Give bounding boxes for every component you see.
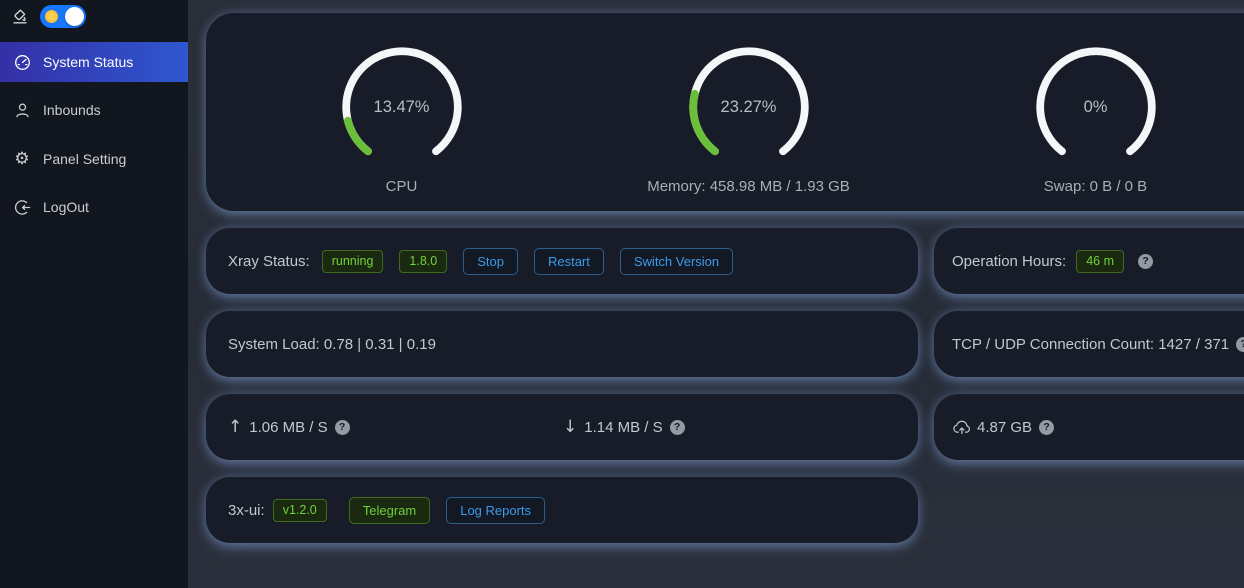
sun-icon [45, 10, 58, 23]
help-icon[interactable]: ? [335, 420, 350, 435]
sidebar-item-label: Inbounds [43, 102, 101, 118]
upload-speed-text: 1.06 MB / S [249, 419, 327, 436]
operation-hours-label: Operation Hours: [952, 253, 1066, 270]
bg-colors-icon [11, 8, 29, 26]
system-load-text: System Load: 0.78 | 0.31 | 0.19 [228, 336, 436, 353]
gauge-label: Swap: 0 B / 0 B [1044, 178, 1147, 195]
gauge-memory: 23.27% Memory: 458.98 MB / 1.93 GB [575, 13, 922, 211]
toggle-knob [65, 7, 84, 26]
gauge-value: 13.47% [340, 45, 464, 169]
stop-button[interactable]: Stop [463, 248, 518, 275]
sidebar-item-inbounds[interactable]: Inbounds [0, 90, 188, 130]
card-system-load: System Load: 0.78 | 0.31 | 0.19 [206, 311, 918, 377]
user-icon [13, 101, 31, 119]
app-version-tag: v1.2.0 [273, 499, 327, 522]
log-reports-button[interactable]: Log Reports [446, 497, 545, 524]
logout-icon [13, 198, 31, 216]
card-connection-count: TCP / UDP Connection Count: 1427 / 371 ? [934, 311, 1244, 377]
help-icon[interactable]: ? [1138, 254, 1153, 269]
operation-hours-tag: 46 m [1076, 250, 1124, 273]
restart-button[interactable]: Restart [534, 248, 604, 275]
gauge-cpu: 13.47% CPU [228, 13, 575, 211]
app-name-label: 3x-ui: [228, 502, 265, 519]
card-network-speed: ↑ 1.06 MB / S ? ↓ 1.14 MB / S ? [206, 394, 918, 460]
theme-toggle-switch[interactable] [40, 5, 86, 28]
upload-speed: ↑ 1.06 MB / S ? [228, 417, 350, 437]
xray-status-label: Xray Status: [228, 253, 310, 270]
gauge-value: 0% [1034, 45, 1158, 169]
theme-row [11, 5, 86, 28]
card-operation-hours: Operation Hours: 46 m ? [934, 228, 1244, 294]
sidebar-item-panel-setting[interactable]: ⚙ Panel Setting [0, 139, 188, 179]
card-system-gauges: 13.47% CPU 23.27% Memory: 458.98 MB / 1.… [206, 13, 1244, 211]
card-total-traffic: 4.87 GB ? [934, 394, 1244, 460]
up-arrow-icon: ↑ [228, 417, 242, 437]
connection-count-text: TCP / UDP Connection Count: 1427 / 371 [952, 336, 1229, 353]
sidebar-item-logout[interactable]: LogOut [0, 187, 188, 227]
xray-version-tag: 1.8.0 [399, 250, 447, 273]
switch-version-button[interactable]: Switch Version [620, 248, 733, 275]
help-icon[interactable]: ? [670, 420, 685, 435]
download-speed: ↓ 1.14 MB / S ? [563, 417, 685, 437]
sidebar-item-label: LogOut [43, 199, 89, 215]
xray-status-tag: running [322, 250, 384, 273]
dashboard-icon [13, 53, 31, 71]
download-speed-text: 1.14 MB / S [584, 419, 662, 436]
gauge-label: Memory: 458.98 MB / 1.93 GB [647, 178, 850, 195]
gauge-swap: 0% Swap: 0 B / 0 B [922, 13, 1244, 211]
gear-icon: ⚙ [13, 150, 31, 168]
sidebar-item-label: System Status [43, 54, 133, 70]
gauge-label: CPU [386, 178, 418, 195]
help-icon[interactable]: ? [1039, 420, 1054, 435]
card-app-version: 3x-ui: v1.2.0 Telegram Log Reports [206, 477, 918, 543]
sidebar: System Status Inbounds ⚙ Panel Setting L… [0, 0, 188, 588]
gauge-value: 23.27% [687, 45, 811, 169]
card-xray-status: Xray Status: running 1.8.0 Stop Restart … [206, 228, 918, 294]
sidebar-item-system-status[interactable]: System Status [0, 42, 188, 82]
sidebar-item-label: Panel Setting [43, 151, 126, 167]
total-traffic-text: 4.87 GB [977, 419, 1032, 436]
telegram-button[interactable]: Telegram [349, 497, 430, 524]
down-arrow-icon: ↓ [563, 417, 577, 437]
help-icon[interactable]: ? [1236, 337, 1244, 352]
cloud-upload-icon [952, 419, 972, 435]
